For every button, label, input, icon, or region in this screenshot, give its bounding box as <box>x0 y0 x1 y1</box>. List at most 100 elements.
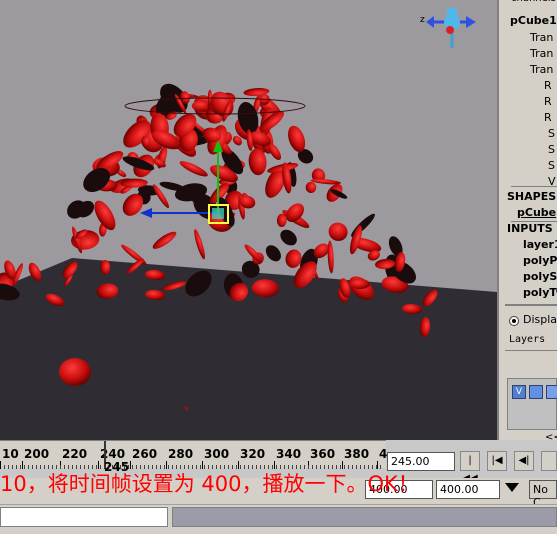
time-tick-label: 200 <box>24 447 50 461</box>
template-button[interactable] <box>529 385 543 399</box>
attribute-row[interactable]: S <box>548 143 555 156</box>
time-tick-mark <box>98 461 99 469</box>
inputs-label: INPUTS <box>507 222 553 235</box>
attribute-row[interactable]: R <box>544 95 552 108</box>
command-result <box>172 507 557 527</box>
time-slider[interactable]: 10 200 220 240 260 280 300 320 340 360 380 4 245 <box>0 440 387 474</box>
display-radio[interactable] <box>509 316 519 326</box>
go-to-start-button[interactable]: |◀◀ <box>460 451 480 484</box>
maya-window: z channels pCube1 TranTranTranRRRSSSV SH… <box>0 0 557 534</box>
attribute-row[interactable]: S <box>548 127 555 140</box>
time-tick-minor <box>340 465 341 469</box>
time-tick-minor <box>352 465 353 469</box>
time-tick-minor <box>216 465 217 469</box>
character-set-field[interactable]: No C <box>529 480 557 509</box>
time-tick-minor <box>360 465 361 469</box>
attribute-row[interactable]: R <box>544 111 552 124</box>
time-tick-minor <box>244 465 245 469</box>
time-tick-minor <box>348 465 349 469</box>
time-tick-minor <box>248 465 249 469</box>
time-tick-minor <box>296 465 297 469</box>
input-node-item[interactable]: polyPla <box>523 254 557 267</box>
command-input[interactable] <box>0 507 168 527</box>
time-tick-minor <box>272 465 273 469</box>
time-tick-minor <box>144 465 145 469</box>
time-tick-label: 360 <box>310 447 336 461</box>
time-tick-minor <box>168 465 169 469</box>
display-label: Display <box>523 313 557 326</box>
end-time-field[interactable]: 400.00 <box>365 480 433 499</box>
time-tick-minor <box>212 465 213 469</box>
time-tick-minor <box>240 465 241 469</box>
input-node-item[interactable]: layer1 <box>523 238 557 251</box>
petal <box>152 231 177 249</box>
petal <box>179 161 208 177</box>
time-tick-mark <box>377 461 378 469</box>
time-tick-minor <box>48 465 49 469</box>
time-tick-minor <box>44 465 45 469</box>
time-tick-minor <box>52 465 53 469</box>
time-tick-minor <box>292 465 293 469</box>
petal <box>327 240 334 274</box>
visibility-button[interactable]: V <box>512 385 526 399</box>
time-tick-minor <box>332 465 333 469</box>
collapse-arrows[interactable]: << <box>545 432 557 443</box>
attribute-row[interactable]: Tran <box>530 31 553 44</box>
input-node-item[interactable]: polySm <box>523 270 557 283</box>
time-tick-minor <box>320 465 321 469</box>
time-tick-minor <box>328 465 329 469</box>
time-tick-minor <box>252 465 253 469</box>
time-tick-minor <box>80 465 81 469</box>
time-tick-minor <box>208 465 209 469</box>
play-backward-button[interactable] <box>541 451 557 471</box>
time-tick-minor <box>220 465 221 469</box>
color-button[interactable] <box>546 385 557 399</box>
time-tick-minor <box>228 465 229 469</box>
petal <box>280 229 297 246</box>
time-tick-mark <box>22 461 23 469</box>
attribute-row[interactable]: Tran <box>530 63 553 76</box>
character-set-dropdown-icon[interactable] <box>505 483 519 492</box>
step-back-frame-button[interactable]: ◀| <box>514 451 534 471</box>
time-tick-label: 300 <box>204 447 230 461</box>
time-tick-label: 280 <box>168 447 194 461</box>
petal <box>305 181 317 193</box>
time-tick-mark <box>238 461 239 469</box>
time-tick-minor <box>372 465 373 469</box>
object-name[interactable]: pCube1 <box>510 14 557 27</box>
playback-end-field[interactable]: 400.00 <box>436 480 500 499</box>
time-tick-minor <box>72 465 73 469</box>
svg-text:z: z <box>420 15 425 25</box>
time-tick-minor <box>224 465 225 469</box>
current-time-field[interactable]: 245.00 <box>387 452 455 471</box>
time-tick-minor <box>236 465 237 469</box>
current-frame-label: 245 <box>104 460 130 474</box>
attribute-row[interactable]: S <box>548 159 555 172</box>
time-tick-mark <box>166 461 167 469</box>
time-tick-minor <box>316 465 317 469</box>
time-tick-minor <box>4 465 5 469</box>
time-tick-label: 320 <box>240 447 266 461</box>
time-tick-minor <box>96 465 97 469</box>
time-tick-minor <box>136 465 137 469</box>
time-tick-minor <box>232 465 233 469</box>
shape-item[interactable]: pCube <box>517 206 556 219</box>
floor-plane <box>0 258 497 440</box>
perspective-viewport[interactable]: z <box>0 0 497 440</box>
attribute-row[interactable]: Tran <box>530 47 553 60</box>
step-back-key-button[interactable]: |◀ <box>487 451 507 471</box>
input-node-item[interactable]: polyTw <box>523 286 557 299</box>
scene-render: z <box>0 8 497 440</box>
time-tick-minor <box>172 465 173 469</box>
channel-box: channels pCube1 TranTranTranRRRSSSV SHAP… <box>497 0 557 443</box>
time-tick-minor <box>84 465 85 469</box>
falling-petal <box>59 358 91 386</box>
layers-menu[interactable]: Layers <box>509 334 545 345</box>
time-tick-minor <box>8 465 9 469</box>
time-tick-minor <box>12 465 13 469</box>
attribute-row[interactable]: R <box>544 79 552 92</box>
time-tick-minor <box>56 465 57 469</box>
time-tick-minor <box>268 465 269 469</box>
petal <box>350 279 370 289</box>
time-tick-minor <box>148 465 149 469</box>
